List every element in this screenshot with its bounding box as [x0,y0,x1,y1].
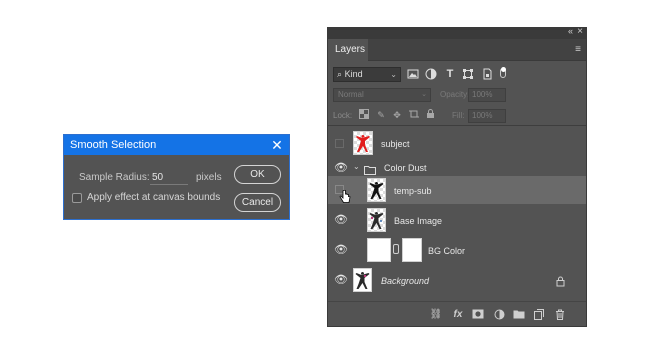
layer-name: Background [381,276,430,286]
fill-label: Fill: [452,111,465,120]
shape-filter-icon[interactable] [462,68,474,80]
layer-mask-thumbnail [402,238,422,262]
lock-icon [556,274,565,292]
layer-name: BG Color [428,246,466,256]
close-icon[interactable]: ✕ [270,135,284,155]
layer-name: Color Dust [384,163,427,173]
visibility-toggle[interactable] [335,139,344,148]
lock-image-pixels-icon[interactable]: ✎ [375,109,387,122]
blend-mode-value: Normal [338,90,364,99]
blend-row: Normal ⌄ Opacity: 100% [328,87,586,103]
type-filter-icon[interactable]: T [444,68,456,80]
smart-object-filter-icon[interactable] [481,68,493,80]
layer-name: subject [381,139,410,149]
layer-thumbnail [353,131,373,155]
layer-row-temp-sub[interactable]: temp-sub [328,176,586,204]
chevron-down-icon: ⌄ [421,91,427,98]
fill-field[interactable]: 100% [468,109,506,123]
eye-icon[interactable]: 👁 [334,213,348,227]
ok-button[interactable]: OK [234,165,281,184]
chevron-down-icon: ⌄ [390,70,397,79]
new-layer-icon[interactable] [532,309,546,321]
layer-row-base-image[interactable]: 👁 Base Image [328,205,586,235]
eye-icon[interactable]: 👁 [334,161,348,175]
panel-menu-icon[interactable]: ≡ [575,45,581,55]
layer-thumbnail [367,208,386,232]
lock-all-icon[interactable] [424,109,436,122]
sample-radius-label: Sample Radius: [79,172,150,183]
eye-icon[interactable]: 👁 [334,243,348,257]
layer-thumbnail [353,268,372,292]
layer-filter-row: ⌕ Kind ⌄ T [328,64,586,84]
dialog-title: Smooth Selection [70,139,157,151]
layer-row-background[interactable]: 👁 Background [328,265,586,295]
search-icon: ⌕ [337,69,343,79]
panel-header-strip: « × [328,28,586,39]
canvas-bounds-option[interactable]: Apply effect at canvas bounds [72,192,220,203]
lock-label: Lock: [333,111,353,120]
add-mask-icon[interactable] [471,309,485,321]
layer-row-subject[interactable]: subject [328,128,586,158]
lock-position-icon[interactable]: ✥ [391,109,403,122]
new-group-icon[interactable] [512,309,526,321]
blend-mode-select[interactable]: Normal ⌄ [333,88,431,102]
link-icon[interactable] [393,244,399,254]
panel-tabs: Layers ≡ [328,39,586,61]
opacity-field[interactable]: 100% [468,88,506,102]
opacity-label: Opacity: [440,90,470,99]
layers-bottom-toolbar: ⛓ fx [328,301,586,326]
dialog-title-bar: Smooth Selection ✕ [64,135,289,155]
pixel-filter-icon[interactable] [407,68,419,80]
chevron-down-icon[interactable]: ⌄ [353,162,360,171]
collapse-icon[interactable]: « [568,28,573,36]
filter-toggle-dot-icon [501,67,506,72]
canvas-bounds-checkbox[interactable] [72,192,82,203]
cancel-button[interactable]: Cancel [234,193,281,212]
lock-transparency-icon[interactable] [358,109,370,122]
unit-label: pixels [196,172,222,183]
filter-kind-value: Kind [344,69,363,79]
fx-icon[interactable]: fx [451,309,465,321]
link-layers-icon[interactable]: ⛓ [429,309,443,321]
trash-icon[interactable] [553,309,567,321]
eye-icon[interactable]: 👁 [334,273,348,287]
smooth-selection-dialog: Smooth Selection ✕ Sample Radius: pixels… [63,134,290,220]
canvas-bounds-label: Apply effect at canvas bounds [87,192,221,203]
filter-kind-select[interactable]: ⌕ Kind ⌄ [333,67,401,82]
layer-name: Base Image [394,216,443,226]
sample-radius-input[interactable] [150,170,188,185]
lock-row: Lock: ✎ ✥ Fill: 100% [328,108,586,124]
layer-name: temp-sub [394,186,432,196]
divider [328,125,586,126]
panel-close-icon[interactable]: × [577,28,583,37]
layers-panel: « × Layers ≡ ⌕ Kind ⌄ T Normal ⌄ Opacity… [327,27,587,327]
tab-layers[interactable]: Layers [328,39,368,61]
adjustment-layer-icon[interactable] [492,309,506,321]
adjustment-filter-icon[interactable] [425,68,437,80]
layer-thumbnail [367,178,386,202]
layer-row-bg-color[interactable]: 👁 BG Color [328,235,586,265]
layer-group-color-dust[interactable]: 👁 ⌄ Color Dust [328,159,586,177]
lock-artboard-icon[interactable] [408,109,420,122]
fill-thumbnail [367,238,391,262]
